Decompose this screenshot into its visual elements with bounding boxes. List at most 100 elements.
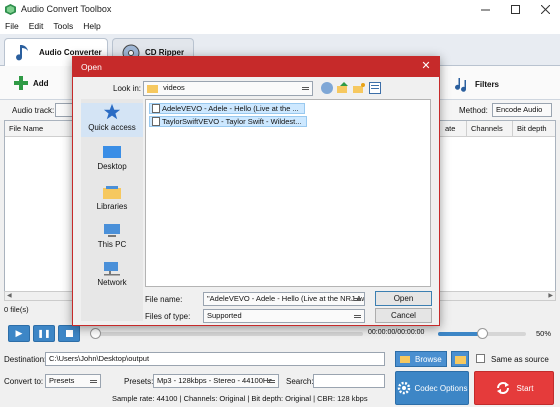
volume-readout: 50% [536, 329, 552, 338]
filters-icon [455, 78, 467, 92]
place-quick-access-label: Quick access [88, 123, 136, 132]
time-readout: 00:00:00/00:00:00 [368, 329, 425, 336]
presets-value: Mp3 - 128kbps - Stereo - 44100Hz [157, 376, 273, 385]
place-desktop[interactable]: Desktop [81, 145, 143, 175]
codec-options-label: Codec Options [414, 383, 468, 393]
files-of-type-value: Supported [207, 311, 242, 320]
destination-label: Destination: [4, 355, 47, 364]
start-label: Start [516, 383, 534, 393]
method-value: Encode Audio [496, 105, 543, 114]
libraries-icon [103, 186, 121, 199]
place-this-pc[interactable]: This PC [81, 223, 143, 253]
browse-button[interactable]: Browse [395, 351, 447, 367]
audio-track-label: Audio track: [12, 106, 55, 115]
volume-thumb[interactable] [477, 328, 488, 339]
places-bar: Quick access Desktop Libraries This PC N… [81, 99, 143, 321]
close-window-button[interactable] [530, 0, 560, 18]
look-in-select[interactable]: videos [143, 81, 313, 96]
files-of-type-label: Files of type: [145, 312, 191, 321]
folder-icon [147, 84, 158, 93]
scroll-left-icon[interactable]: ◀ [7, 292, 12, 299]
file-item[interactable]: TaylorSwiftVEVO - Taylor Swift - Wildest… [149, 116, 307, 127]
add-button[interactable]: Add [14, 76, 49, 90]
volume-fill [438, 332, 482, 336]
menu-help[interactable]: Help [83, 21, 100, 31]
menu-tools[interactable]: Tools [53, 21, 73, 31]
search-input[interactable] [313, 374, 385, 388]
start-button[interactable]: Start [474, 371, 554, 405]
files-of-type-select[interactable]: Supported [203, 309, 365, 323]
browse-label: Browse [415, 354, 442, 364]
column-file-name[interactable]: File Name [5, 121, 75, 137]
browse-icon [400, 356, 410, 363]
look-in-value: videos [163, 83, 185, 92]
files-count: 0 file(s) [4, 305, 29, 314]
stop-icon [65, 330, 73, 337]
method-select[interactable]: Encode Audio [492, 103, 552, 117]
network-icon [104, 262, 120, 276]
view-menu-icon[interactable] [369, 82, 381, 94]
filters-button[interactable]: Filters [455, 76, 499, 92]
place-this-pc-label: This PC [97, 240, 127, 249]
scroll-right-icon[interactable]: ▶ [548, 292, 553, 299]
same-as-source-checkbox[interactable] [476, 354, 485, 363]
file-name-input[interactable]: "AdeleVEVO - Adele - Hello (Live at the … [203, 292, 365, 306]
stop-button[interactable] [58, 325, 80, 342]
output-panel: Destination: C:\Users\John\Desktop\outpu… [0, 349, 560, 407]
menu-file[interactable]: File [5, 21, 19, 31]
place-libraries[interactable]: Libraries [81, 185, 143, 215]
menu-edit[interactable]: Edit [29, 21, 44, 31]
music-note-icon [16, 44, 28, 60]
file-name-label: File name: [145, 295, 183, 304]
seek-thumb[interactable] [90, 328, 101, 339]
file-item[interactable]: AdeleVEVO - Adele - Hello (Live at the .… [149, 103, 305, 114]
file-item-label: TaylorSwiftVEVO - Taylor Swift - Wildest… [162, 117, 302, 126]
open-folder-button[interactable] [451, 351, 469, 367]
back-icon[interactable] [321, 82, 333, 94]
app-logo-icon [5, 3, 16, 15]
new-folder-icon[interactable] [353, 82, 365, 94]
look-in-label: Look in: [113, 84, 142, 93]
seek-track[interactable] [98, 332, 363, 336]
codec-options-button[interactable]: Codec Options [395, 371, 469, 405]
close-icon [540, 4, 550, 14]
open-button[interactable]: Open [375, 291, 432, 306]
presets-select[interactable]: Mp3 - 128kbps - Stereo - 44100Hz [153, 374, 279, 388]
place-desktop-label: Desktop [97, 162, 127, 171]
play-button[interactable]: ▶ [8, 325, 30, 342]
column-channels[interactable]: Channels [467, 121, 513, 137]
column-bit-depth[interactable]: Bit depth [513, 121, 555, 137]
convert-arrows-icon [496, 382, 509, 394]
star-icon [103, 103, 121, 120]
place-network[interactable]: Network [81, 261, 143, 291]
maximize-button[interactable] [500, 0, 530, 18]
computer-icon [104, 224, 120, 237]
cancel-button[interactable]: Cancel [375, 308, 432, 323]
dialog-close-button[interactable]: ✕ [417, 59, 435, 74]
convert-to-label: Convert to: [4, 377, 44, 386]
place-libraries-label: Libraries [96, 202, 128, 211]
play-icon: ▶ [15, 328, 23, 338]
convert-to-select[interactable]: Presets [45, 374, 101, 388]
pause-button[interactable]: ❚❚ [33, 325, 55, 342]
folder-icon [454, 355, 466, 364]
file-list[interactable]: AdeleVEVO - Adele - Hello (Live at the .… [145, 99, 431, 287]
desktop-icon [103, 146, 121, 158]
same-as-source-label: Same as source [491, 355, 549, 364]
dialog-title: Open [73, 57, 439, 77]
close-icon: ✕ [421, 60, 431, 72]
add-label: Add [33, 78, 49, 88]
place-quick-access[interactable]: Quick access [81, 103, 143, 137]
plus-icon [14, 76, 28, 90]
column-sample-rate[interactable]: ate [441, 121, 467, 137]
menu-bar: File Edit Tools Help [0, 18, 560, 34]
minimize-icon [480, 9, 490, 10]
convert-to-value: Presets [49, 376, 75, 385]
presets-label: Presets: [124, 377, 154, 386]
pause-icon: ❚❚ [37, 329, 51, 338]
destination-input[interactable]: C:\Users\John\Desktop\output [45, 352, 385, 366]
media-file-icon [152, 104, 160, 113]
title-bar: Audio Convert Toolbox [0, 0, 560, 18]
minimize-button[interactable] [470, 0, 500, 18]
up-folder-icon[interactable] [337, 82, 349, 94]
